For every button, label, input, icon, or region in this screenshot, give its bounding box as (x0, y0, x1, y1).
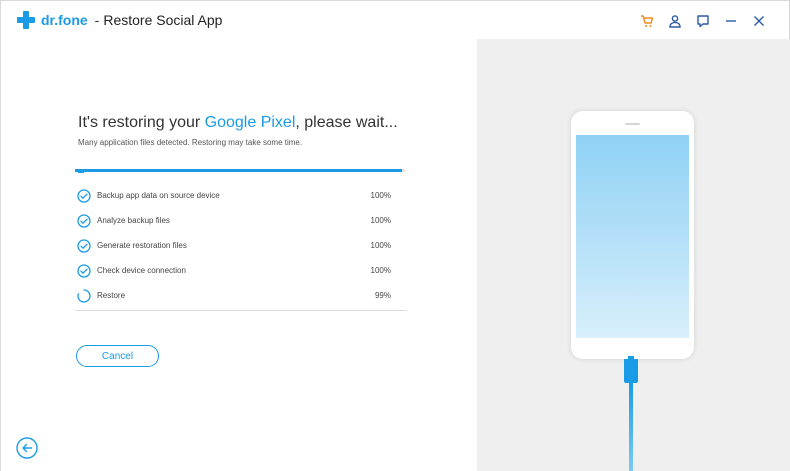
minimize-icon[interactable] (717, 11, 745, 31)
heading-suffix: , please wait... (295, 114, 398, 131)
step-label: Backup app data on source device (97, 191, 220, 200)
step-label: Restore (97, 291, 126, 300)
device-illustration-panel (477, 39, 790, 471)
close-icon[interactable] (745, 11, 773, 31)
step-percent: 100% (370, 191, 391, 200)
title-bar-actions (633, 11, 773, 31)
step-percent: 99% (374, 291, 391, 300)
loading-spinner-icon (77, 288, 91, 303)
cart-icon[interactable] (633, 11, 661, 31)
phone-screen (576, 135, 689, 338)
back-arrow-icon (16, 437, 38, 459)
app-logo: dr.fone - Restore Social App (17, 11, 222, 29)
plus-logo-icon (17, 11, 35, 29)
progress-panel: It's restoring your Google Pixel, please… (1, 39, 477, 471)
usb-cable-wire (629, 383, 633, 471)
check-circle-icon (77, 188, 91, 203)
status-subtext: Many application files detected. Restori… (78, 138, 303, 147)
phone-illustration (571, 111, 694, 359)
step-label: Analyze backup files (97, 216, 170, 225)
usb-cable-plug (624, 356, 638, 383)
progress-bar-fill (75, 169, 402, 172)
title-separator: - (94, 12, 100, 28)
window-title: Restore Social App (103, 12, 223, 28)
step-list-divider (75, 310, 407, 311)
device-name: Google Pixel (204, 114, 296, 131)
phone-speaker (625, 123, 640, 125)
feedback-icon[interactable] (689, 11, 717, 31)
step-row: Backup app data on source device 100% (75, 183, 407, 208)
progress-bar (75, 169, 405, 172)
step-percent: 100% (370, 241, 391, 250)
check-circle-icon (77, 213, 91, 228)
cancel-button[interactable]: Cancel (76, 345, 159, 367)
user-icon[interactable] (661, 11, 689, 31)
step-row: Analyze backup files 100% (75, 208, 407, 233)
check-circle-icon (77, 263, 91, 278)
title-bar: dr.fone - Restore Social App (1, 1, 789, 39)
step-label: Generate restoration files (97, 241, 187, 250)
check-circle-icon (77, 238, 91, 253)
back-button[interactable] (16, 437, 38, 459)
step-label: Check device connection (97, 266, 186, 275)
step-row: Check device connection 100% (75, 258, 407, 283)
step-percent: 100% (370, 266, 391, 275)
step-list: Backup app data on source device 100% Anal… (75, 183, 407, 308)
progress-marker (78, 172, 84, 173)
step-percent: 100% (370, 216, 391, 225)
page-title: It's restoring your Google Pixel, please… (78, 114, 398, 132)
step-row: Generate restoration files 100% (75, 233, 407, 258)
step-row: Restore 99% (75, 283, 407, 308)
app-window: dr.fone - Restore Social App It's restor… (0, 0, 790, 471)
heading-prefix: It's restoring your (78, 114, 205, 131)
brand-name: dr.fone (41, 12, 88, 28)
